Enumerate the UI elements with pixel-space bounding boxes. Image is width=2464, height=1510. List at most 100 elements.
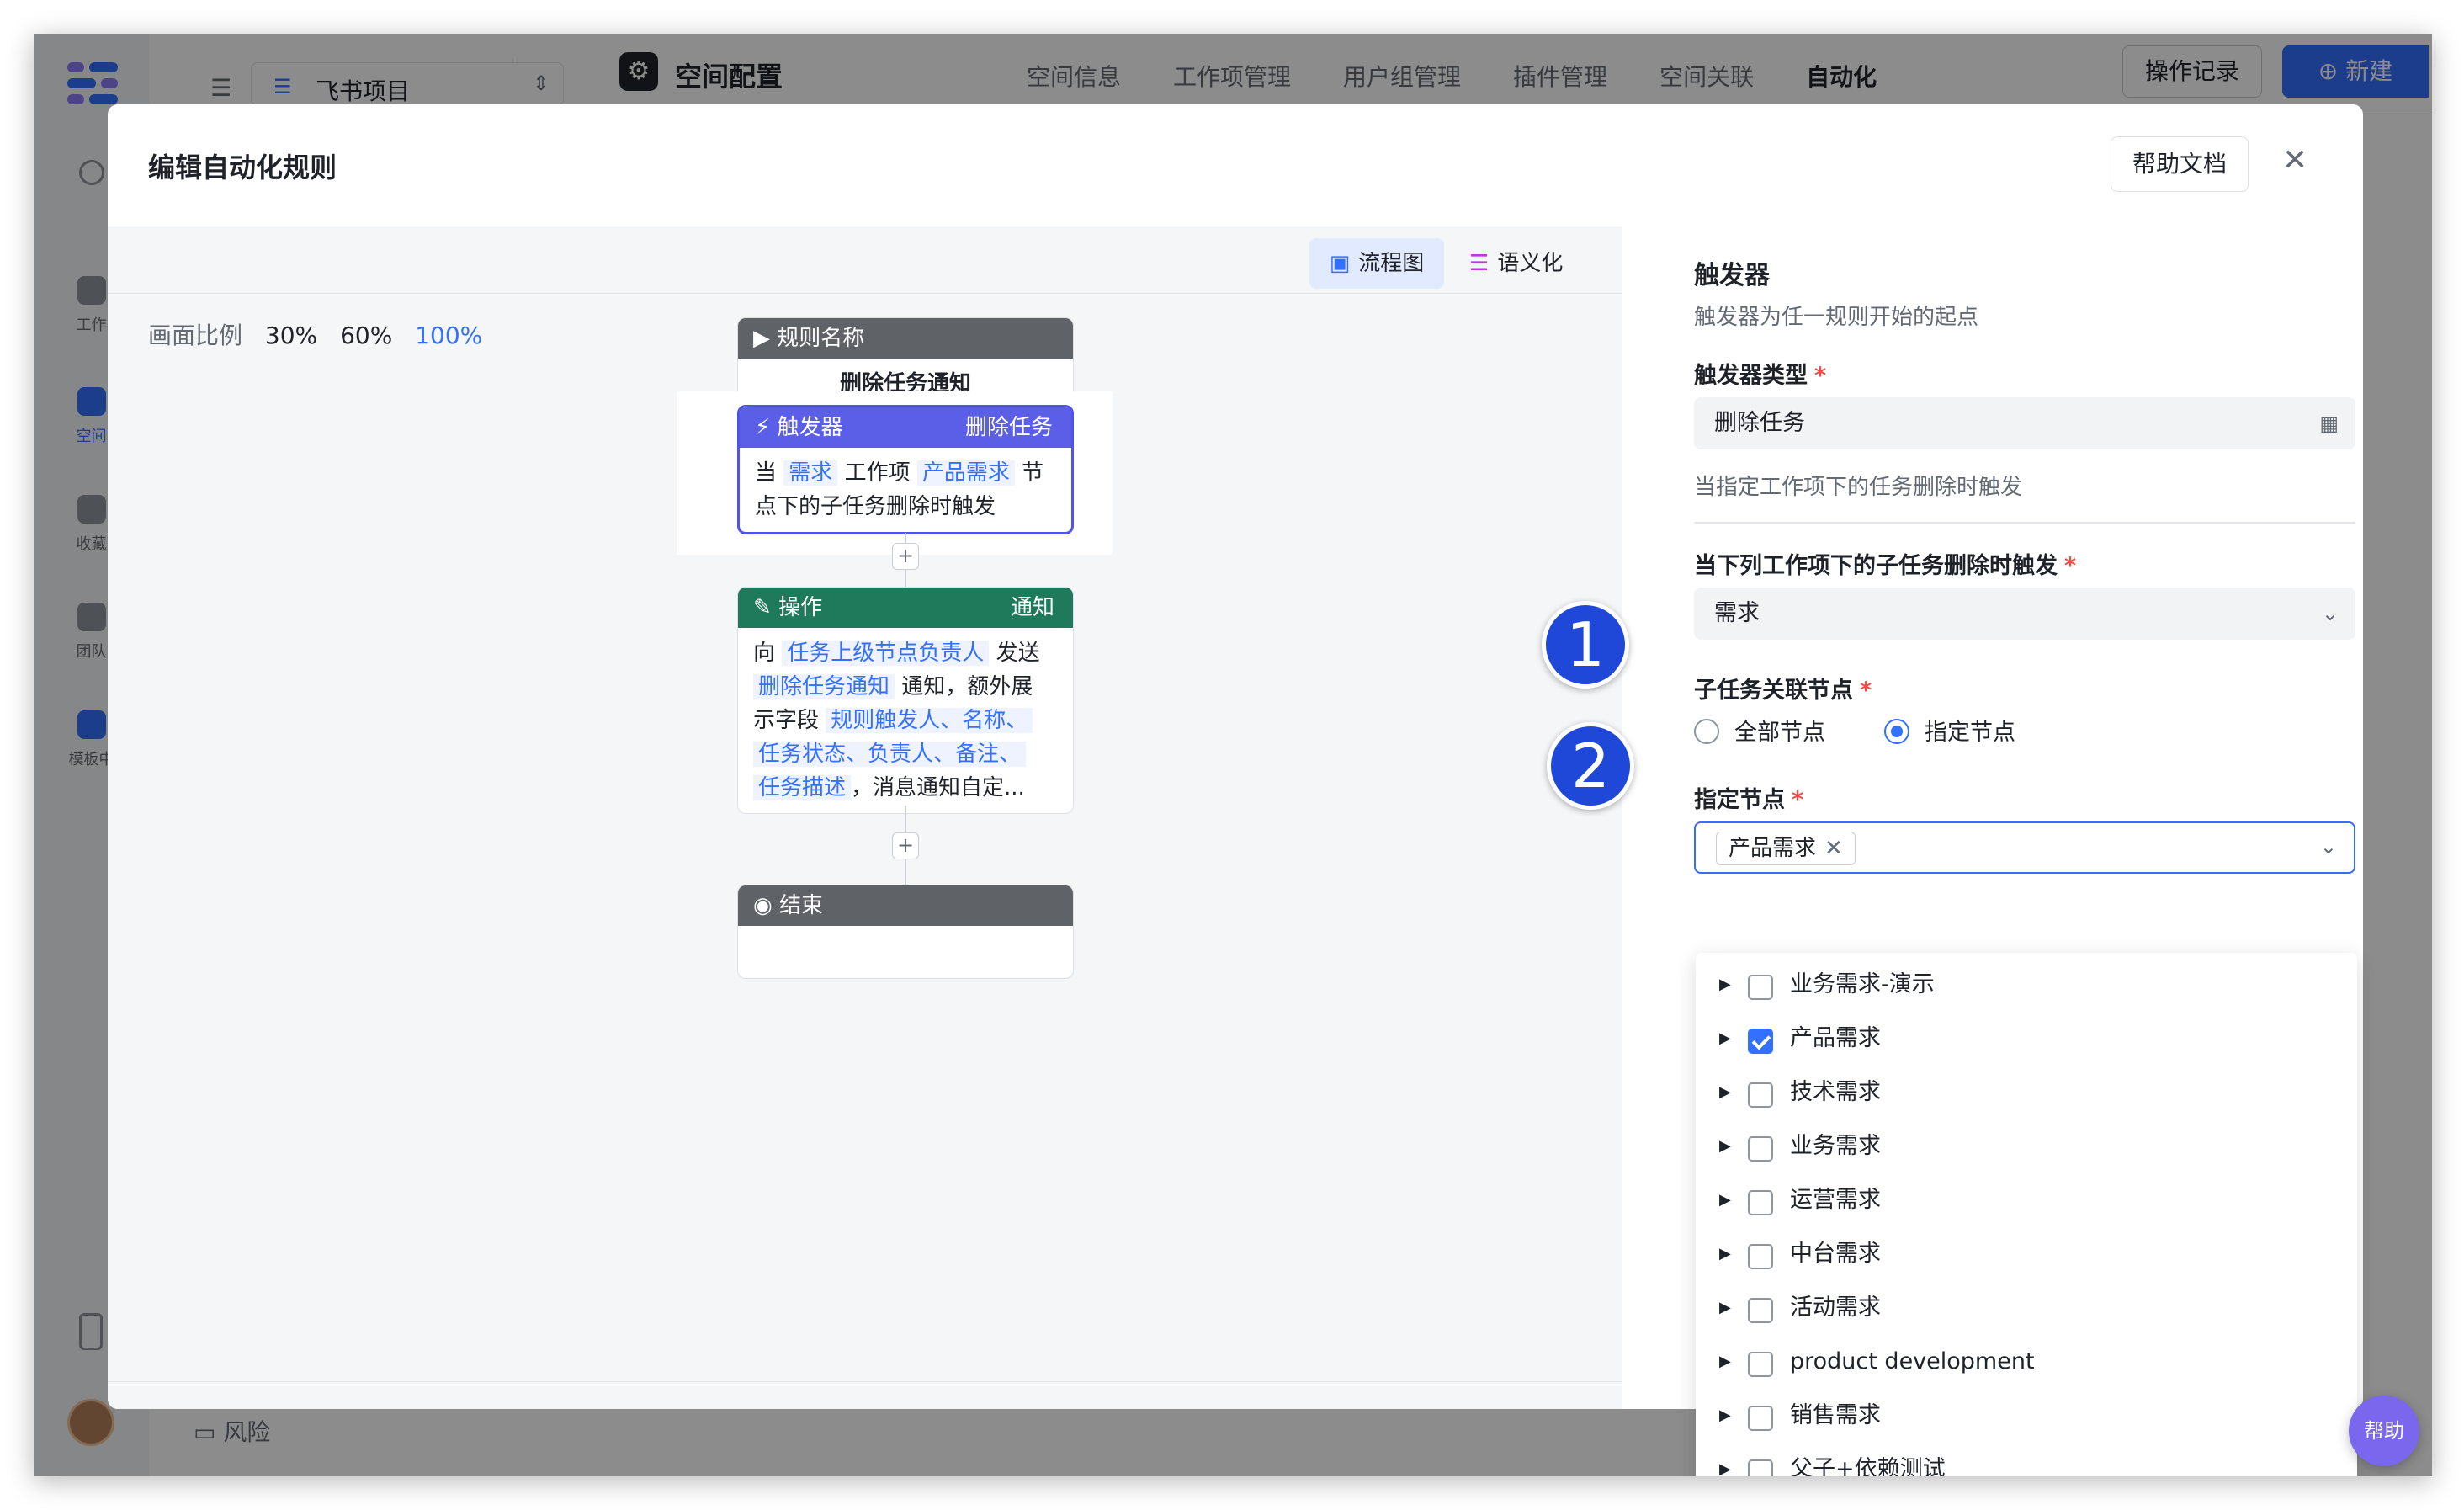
option-label: 业务需求-演示 xyxy=(1790,971,1935,997)
option-label: 父子+依赖测试 xyxy=(1790,1456,1946,1476)
trigger-body: 当 需求 工作项 产品需求 节 点下的子任务删除时触发 xyxy=(740,448,1071,532)
label-text: 当下列工作项下的子任务删除时触发 xyxy=(1694,553,2058,579)
workitem-select[interactable]: 需求 ⌄ xyxy=(1694,588,2355,640)
token: 任务上级节点负责人 xyxy=(782,641,990,666)
view-switcher: ▣ 流程图 ☰ 语义化 xyxy=(108,226,1622,294)
specified-node-select[interactable]: 产品需求 ✕ ⌄ xyxy=(1694,821,2355,874)
radio-circle xyxy=(1884,718,1909,744)
expand-arrow-icon[interactable]: ▶ xyxy=(1719,1389,1731,1443)
text: 当 xyxy=(755,460,778,486)
modal-title: 编辑自动化规则 xyxy=(148,152,337,183)
zoom-100[interactable]: 100% xyxy=(415,322,482,349)
dropdown-option[interactable]: ▶ 销售需求 xyxy=(1696,1389,2357,1443)
checkbox[interactable] xyxy=(1748,975,1773,1000)
expand-arrow-icon[interactable]: ▶ xyxy=(1719,1066,1731,1119)
dropdown-option[interactable]: ▶ 技术需求 xyxy=(1696,1066,2357,1119)
node-header: ▶ 规则名称 xyxy=(738,318,1073,359)
add-step-button[interactable]: + xyxy=(892,543,919,570)
expand-arrow-icon[interactable]: ▶ xyxy=(1719,1173,1731,1227)
token: 任务描述 xyxy=(753,775,852,800)
token: 删除任务通知 xyxy=(753,674,895,699)
text: 工作项 xyxy=(844,460,911,486)
expand-arrow-icon[interactable]: ▶ xyxy=(1719,958,1731,1012)
list-icon: ☰ xyxy=(1469,251,1490,276)
dropdown-option[interactable]: ▶ product development xyxy=(1696,1335,2357,1389)
flow-canvas: ▣ 流程图 ☰ 语义化 画面比例 30% 60% 100% ▶ 规则名称 删除任务通… xyxy=(108,226,1622,1409)
dropdown-option[interactable]: ▶ 业务需求-演示 xyxy=(1696,958,2357,1012)
checkbox[interactable] xyxy=(1748,1298,1773,1323)
dropdown-option[interactable]: ▶ 父子+依赖测试 xyxy=(1696,1443,2357,1476)
expand-arrow-icon[interactable]: ▶ xyxy=(1719,1281,1731,1335)
action-node[interactable]: ✎ 操作 通知 向 任务上级节点负责人 发送 删除任务通知 通知，额外展 示字段 … xyxy=(737,587,1074,814)
text: 点下的子任务删除时触发 xyxy=(755,494,996,519)
zoom-60[interactable]: 60% xyxy=(340,322,392,349)
dropdown-option[interactable]: ▶ 运营需求 xyxy=(1696,1173,2357,1227)
node-header: ✎ 操作 通知 xyxy=(738,588,1073,628)
selected-tag: 产品需求 ✕ xyxy=(1716,832,1856,865)
option-label: 销售需求 xyxy=(1790,1402,1881,1428)
token: 需求 xyxy=(783,460,838,486)
trigger-node[interactable]: ⚡ 触发器 删除任务 当 需求 工作项 产品需求 节 点下的子任务删除时触发 xyxy=(737,405,1074,534)
add-step-button[interactable]: + xyxy=(892,832,919,859)
expand-arrow-icon[interactable]: ▶ xyxy=(1719,1012,1731,1066)
node-header: ◉ 结束 xyxy=(738,885,1073,926)
label-text: 子任务关联节点 xyxy=(1694,678,1853,704)
help-button[interactable]: 帮助 xyxy=(2349,1396,2419,1466)
specified-node-label: 指定节点 * xyxy=(1694,781,1803,814)
radio-specified-nodes[interactable]: 指定节点 xyxy=(1884,718,2015,747)
action-type: 通知 xyxy=(1010,595,1054,620)
checkbox[interactable] xyxy=(1748,1459,1773,1476)
tag-remove-icon[interactable]: ✕ xyxy=(1824,836,1843,861)
expand-arrow-icon[interactable]: ▶ xyxy=(1719,1119,1731,1173)
option-label: 产品需求 xyxy=(1790,1025,1881,1051)
grid-plus-icon: ▦ xyxy=(2319,412,2339,435)
radio-circle xyxy=(1694,718,1719,744)
token: 任务状态、负责人、备注、 xyxy=(753,742,1027,767)
app-window: 工作 空间 收藏 团队 模板中 ☰ ☰ 飞书项目 ⇕ ⚙ 空间配置 空间信息 工作… xyxy=(34,34,2432,1476)
required-mark: * xyxy=(1860,678,1872,704)
divider xyxy=(1694,522,2355,524)
view-label: 流程图 xyxy=(1358,251,1425,276)
node-header-label: 操作 xyxy=(778,595,823,620)
dropdown-option[interactable]: ▶ 业务需求 xyxy=(1696,1119,2357,1173)
view-flowchart-button[interactable]: ▣ 流程图 xyxy=(1309,238,1444,289)
required-mark: * xyxy=(1792,787,1804,813)
end-node: ◉ 结束 xyxy=(737,885,1074,979)
expand-arrow-icon[interactable]: ▶ xyxy=(1719,1227,1731,1281)
zoom-30[interactable]: 30% xyxy=(265,322,317,349)
text: 发送 xyxy=(996,641,1040,666)
radio-all-nodes[interactable]: 全部节点 xyxy=(1694,718,1825,747)
option-label: 活动需求 xyxy=(1790,1295,1881,1321)
checkbox[interactable] xyxy=(1748,1244,1773,1269)
workitem-label: 当下列工作项下的子任务删除时触发 * xyxy=(1694,547,2076,580)
panel-desc: 触发器为任一规则开始的起点 xyxy=(1694,305,1979,330)
option-label: 中台需求 xyxy=(1790,1241,1881,1267)
dropdown-option[interactable]: ▶ 活动需求 xyxy=(1696,1281,2357,1335)
node-dropdown-list: ▶ 业务需求-演示 ▶ 产品需求 ▶ 技术需求 ▶ 业务需求 ▶ 运营需求 ▶ 中台需求 ▶ 活动需求 ▶ p… xyxy=(1696,953,2357,1476)
checkbox[interactable] xyxy=(1748,1352,1773,1377)
help-doc-button[interactable]: 帮助文档 xyxy=(2111,136,2249,192)
option-label: 业务需求 xyxy=(1790,1133,1881,1159)
label-text: 触发器类型 xyxy=(1694,363,1808,389)
node-scope-label: 子任务关联节点 * xyxy=(1694,672,1872,704)
token: 产品需求 xyxy=(916,460,1015,486)
expand-arrow-icon[interactable]: ▶ xyxy=(1719,1443,1731,1476)
text: 向 xyxy=(753,641,776,666)
text: 示字段 xyxy=(753,708,820,733)
text: ，消息通知自定... xyxy=(851,775,1025,800)
close-icon[interactable]: ✕ xyxy=(2282,143,2307,178)
radio-label: 全部节点 xyxy=(1734,720,1825,746)
trigger-type-select[interactable]: 删除任务 ▦ xyxy=(1694,397,2355,449)
checkbox[interactable] xyxy=(1748,1136,1773,1162)
trigger-type-label: 触发器类型 * xyxy=(1694,357,1826,390)
dropdown-option[interactable]: ▶ 产品需求 xyxy=(1696,1012,2357,1066)
checkbox[interactable] xyxy=(1748,1029,1773,1054)
dropdown-option[interactable]: ▶ 中台需求 xyxy=(1696,1227,2357,1281)
view-semantic-button[interactable]: ☰ 语义化 xyxy=(1469,238,1563,289)
zoom-control: 画面比例 30% 60% 100% xyxy=(148,317,482,351)
checkbox[interactable] xyxy=(1748,1082,1773,1108)
checkbox[interactable] xyxy=(1748,1190,1773,1215)
expand-arrow-icon[interactable]: ▶ xyxy=(1719,1335,1731,1389)
checkbox[interactable] xyxy=(1748,1406,1773,1431)
node-header: ⚡ 触发器 删除任务 xyxy=(740,407,1071,448)
